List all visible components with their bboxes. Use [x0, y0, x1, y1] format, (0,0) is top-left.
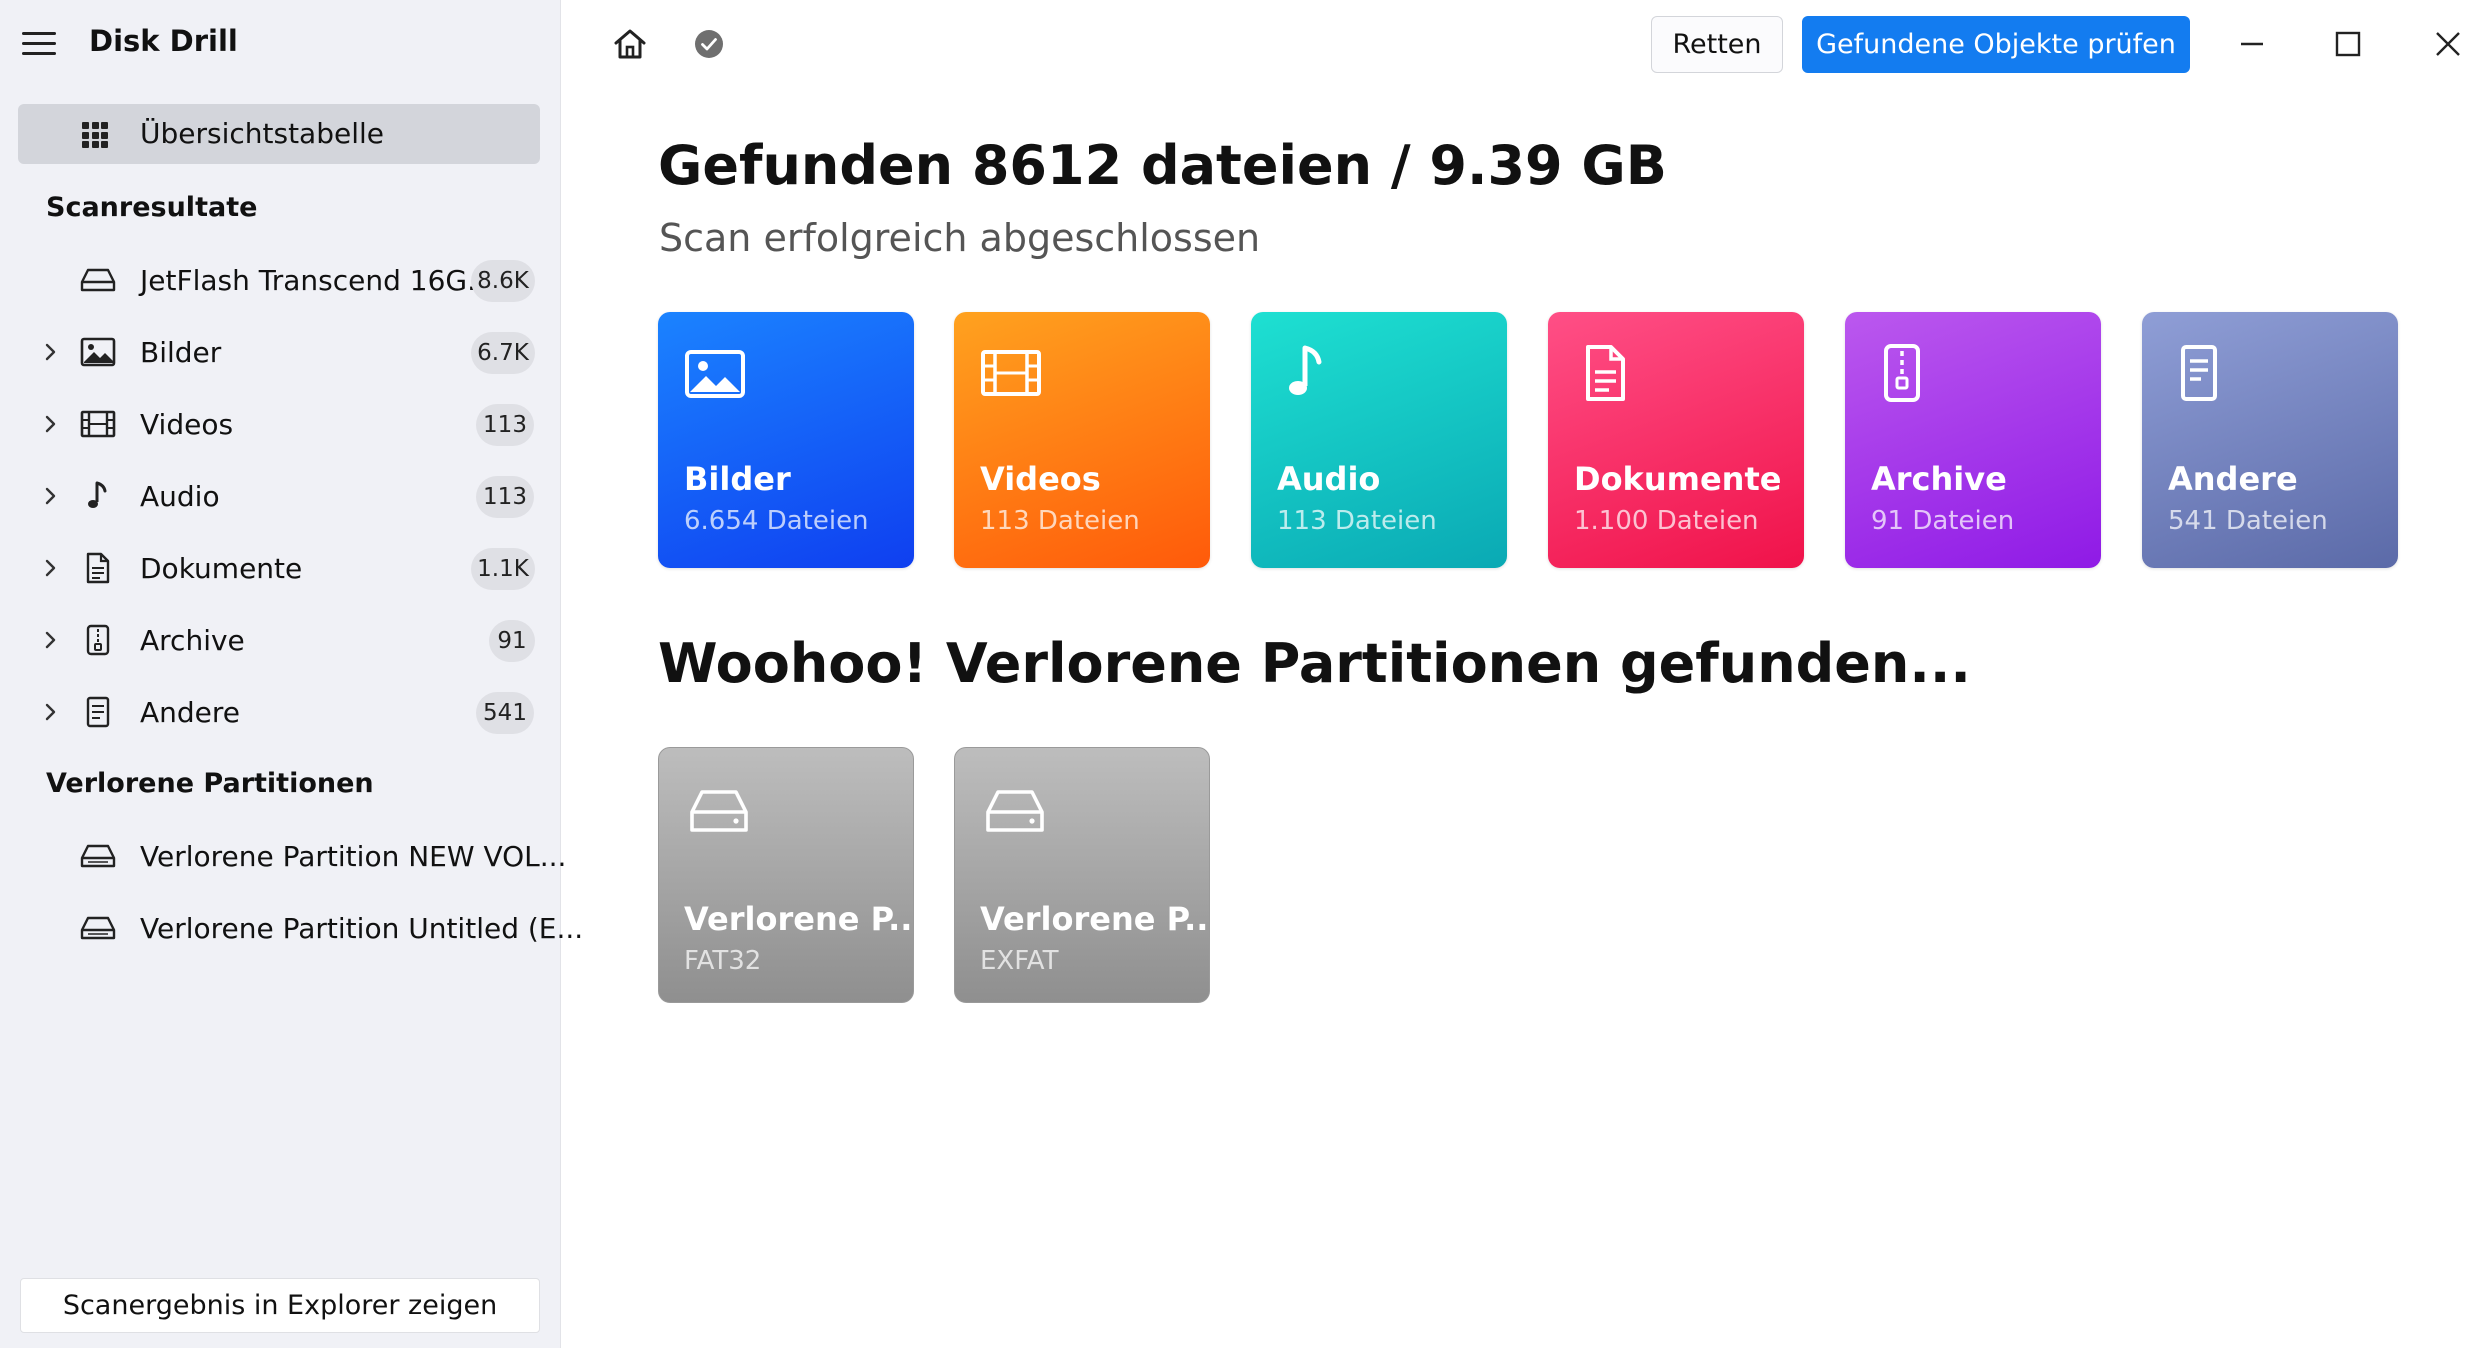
archive-zip-icon: [1884, 344, 1920, 402]
other-file-icon: [86, 696, 110, 728]
card-subtitle: 6.654 Dateien: [684, 506, 869, 536]
card-archive[interactable]: Archive 91 Dateien: [1845, 312, 2101, 568]
chevron-right-icon[interactable]: [40, 339, 62, 365]
maximize-icon[interactable]: [2326, 22, 2370, 66]
app-title: Disk Drill: [89, 24, 238, 58]
sidebar-item-device[interactable]: JetFlash Transcend 16G... 8.6K: [30, 250, 540, 310]
sidebar-item-dokumente[interactable]: Dokumente 1.1K: [30, 538, 540, 598]
count-badge: 113: [476, 476, 534, 518]
recover-button[interactable]: Retten: [1651, 16, 1783, 73]
partition-card-fat32[interactable]: Verlorene P... FAT32: [658, 747, 914, 1003]
chevron-right-icon[interactable]: [40, 555, 62, 581]
card-subtitle: 1.100 Dateien: [1574, 506, 1759, 536]
show-in-explorer-button[interactable]: Scanergebnis in Explorer zeigen: [20, 1278, 540, 1333]
sidebar-item-bilder[interactable]: Bilder 6.7K: [30, 322, 540, 382]
grid-icon: [82, 122, 108, 148]
results-heading: Gefunden 8612 dateien / 9.39 GB: [658, 134, 1667, 197]
lost-partitions-heading: Woohoo! Verlorene Partitionen gefunden..…: [658, 632, 1971, 695]
archive-zip-icon: [86, 624, 110, 656]
drive-icon: [986, 790, 1044, 832]
sidebar-item-label: Audio: [140, 480, 220, 513]
card-title: Andere: [2168, 460, 2298, 498]
card-videos[interactable]: Videos 113 Dateien: [954, 312, 1210, 568]
card-bilder[interactable]: Bilder 6.654 Dateien: [658, 312, 914, 568]
sidebar-item-archive[interactable]: Archive 91: [30, 610, 540, 670]
card-title: Archive: [1871, 460, 2007, 498]
hamburger-menu-icon[interactable]: [22, 30, 58, 58]
sidebar-item-andere[interactable]: Andere 541: [30, 682, 540, 742]
partition-filesystem: EXFAT: [980, 946, 1059, 976]
sidebar-item-label: Videos: [140, 408, 234, 441]
sidebar-item-label: Verlorene Partition NEW VOL...: [140, 840, 567, 873]
card-title: Audio: [1277, 460, 1381, 498]
sidebar-item-lost-partition[interactable]: Verlorene Partition NEW VOL...: [30, 826, 566, 886]
card-andere[interactable]: Andere 541 Dateien: [2142, 312, 2398, 568]
film-icon: [981, 350, 1041, 396]
card-subtitle: 541 Dateien: [2168, 506, 2328, 536]
count-badge: 8.6K: [471, 260, 535, 302]
music-note-icon: [88, 481, 107, 508]
sidebar: Disk Drill Übersichtstabelle Scanresulta…: [0, 0, 583, 1348]
count-badge: 541: [476, 692, 534, 734]
chevron-right-icon[interactable]: [40, 699, 62, 725]
sidebar-item-label: Bilder: [140, 336, 222, 369]
partition-filesystem: FAT32: [684, 946, 762, 976]
document-icon: [1586, 345, 1625, 401]
count-badge: 1.1K: [471, 548, 535, 590]
chevron-right-icon[interactable]: [40, 627, 62, 653]
scan-status-text: Scan erfolgreich abgeschlossen: [659, 216, 1261, 260]
sidebar-item-label: Andere: [140, 696, 241, 729]
card-title: Videos: [980, 460, 1101, 498]
sidebar-item-audio[interactable]: Audio 113: [30, 466, 540, 526]
card-dokumente[interactable]: Dokumente 1.100 Dateien: [1548, 312, 1804, 568]
sidebar-item-label: Übersichtstabelle: [140, 117, 385, 150]
sidebar-item-label: Archive: [140, 624, 245, 657]
card-audio[interactable]: Audio 113 Dateien: [1251, 312, 1507, 568]
drive-icon: [80, 916, 116, 940]
sidebar-item-videos[interactable]: Videos 113: [30, 394, 540, 454]
count-badge: 113: [476, 404, 534, 446]
card-subtitle: 91 Dateien: [1871, 506, 2015, 536]
other-file-icon: [2181, 345, 2217, 401]
minimize-icon[interactable]: [2230, 22, 2274, 66]
chevron-right-icon[interactable]: [40, 411, 62, 437]
count-badge: 91: [489, 620, 535, 662]
document-icon: [86, 552, 110, 584]
section-title-scan-results: Scanresultate: [46, 192, 258, 223]
partition-card-exfat[interactable]: Verlorene P... EXFAT: [954, 747, 1210, 1003]
image-icon: [685, 350, 745, 398]
sidebar-item-label: Verlorene Partition Untitled (E...: [140, 912, 584, 945]
sidebar-item-lost-partition[interactable]: Verlorene Partition Untitled (E...: [30, 898, 583, 958]
card-subtitle: 113 Dateien: [980, 506, 1140, 536]
sidebar-item-label: JetFlash Transcend 16G...: [140, 264, 494, 297]
drive-icon: [690, 790, 748, 832]
card-subtitle: 113 Dateien: [1277, 506, 1437, 536]
app-header: Disk Drill: [0, 0, 561, 88]
partition-title: Verlorene P...: [684, 900, 914, 938]
drive-icon: [80, 844, 116, 868]
image-icon: [80, 337, 116, 367]
film-icon: [80, 410, 116, 438]
card-title: Dokumente: [1574, 460, 1782, 498]
home-icon[interactable]: [612, 26, 648, 62]
sidebar-item-label: Dokumente: [140, 552, 303, 585]
drive-icon: [80, 268, 116, 292]
card-title: Bilder: [684, 460, 791, 498]
sidebar-item-overview-table[interactable]: Übersichtstabelle: [18, 104, 540, 164]
review-found-items-button[interactable]: Gefundene Objekte prüfen: [1802, 16, 2190, 73]
partition-title: Verlorene P...: [980, 900, 1210, 938]
section-title-lost-partitions: Verlorene Partitionen: [46, 768, 374, 799]
count-badge: 6.7K: [471, 332, 535, 374]
music-note-icon: [1289, 345, 1322, 395]
chevron-right-icon[interactable]: [40, 483, 62, 509]
check-circle-icon[interactable]: [694, 29, 724, 59]
close-icon[interactable]: [2426, 22, 2470, 66]
